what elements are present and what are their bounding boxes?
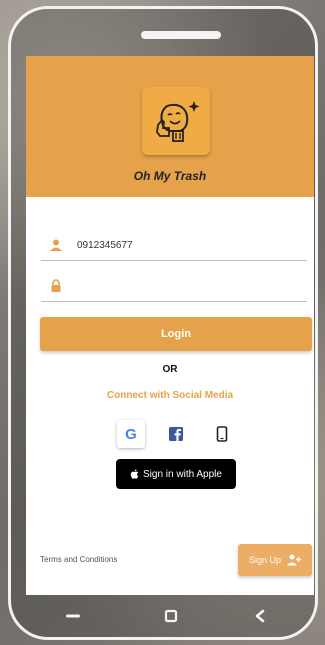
svg-text:G: G xyxy=(125,426,137,443)
google-login-button[interactable]: G xyxy=(117,420,145,448)
lock-icon xyxy=(51,279,61,292)
or-divider: OR xyxy=(162,364,178,375)
add-user-icon xyxy=(287,554,302,566)
app-name: Oh My Trash xyxy=(133,169,207,183)
apple-signin-label: Sign in with Apple xyxy=(143,468,222,480)
apple-signin-button[interactable]: Sign in with Apple xyxy=(116,459,236,489)
user-icon xyxy=(50,239,62,251)
signup-label: Sign Up xyxy=(248,555,282,565)
facebook-icon xyxy=(169,427,183,441)
password-field[interactable] xyxy=(41,273,307,302)
signup-button[interactable]: Sign Up xyxy=(238,544,312,576)
terms-link[interactable]: Terms and Conditions xyxy=(40,555,117,564)
facebook-login-button[interactable] xyxy=(162,420,190,448)
app-header: Oh My Trash xyxy=(26,56,314,197)
login-button[interactable]: Login xyxy=(40,317,312,351)
apple-icon xyxy=(130,469,139,479)
back-chevron-icon[interactable] xyxy=(254,609,266,623)
android-navbar xyxy=(26,602,314,632)
phone-speaker xyxy=(141,31,221,39)
mobile-phone-icon xyxy=(216,426,228,442)
social-title: Connect with Social Media xyxy=(106,390,234,401)
phone-input[interactable] xyxy=(77,236,297,254)
home-square-icon[interactable] xyxy=(164,609,178,623)
password-input[interactable] xyxy=(77,277,297,295)
google-icon: G xyxy=(125,426,137,443)
menu-back-icon[interactable] xyxy=(64,612,84,620)
app-screen: Oh My Trash Login OR Connect with Social… xyxy=(26,56,314,595)
trash-mascot-icon xyxy=(156,101,200,142)
phone-field[interactable] xyxy=(41,232,307,261)
phone-login-button[interactable] xyxy=(208,420,236,448)
app-logo xyxy=(142,87,210,155)
